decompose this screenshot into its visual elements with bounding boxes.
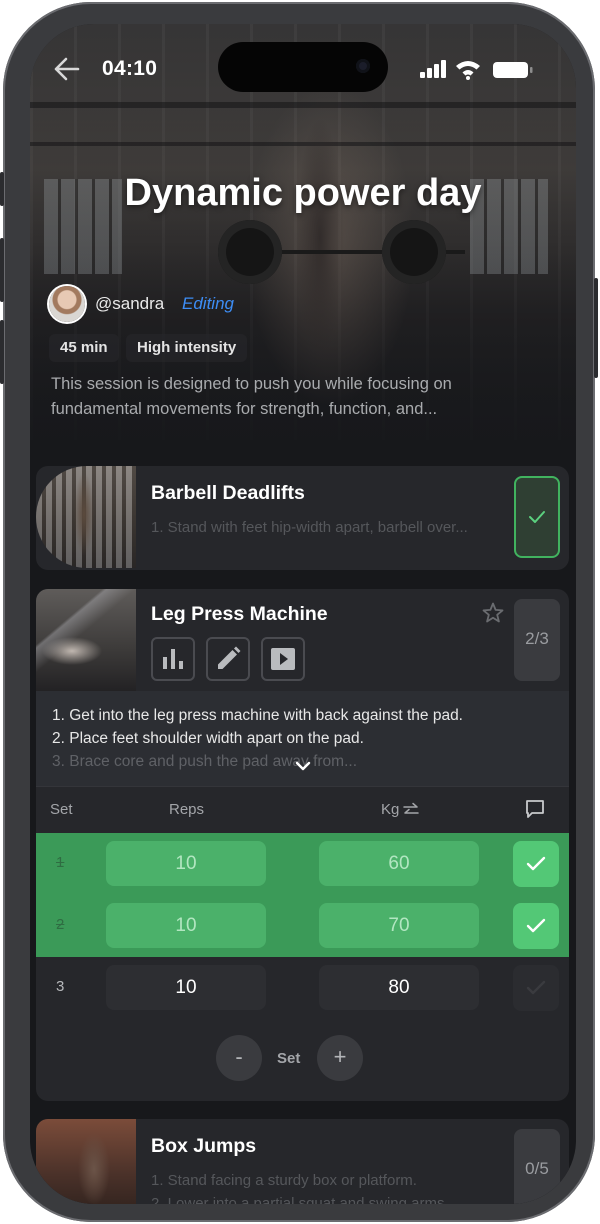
workout-hero: 04:10 Dynamic power day @sandra Editing … [30, 24, 576, 440]
avatar[interactable] [49, 286, 85, 322]
sets-progress[interactable]: 2/3 [514, 599, 560, 681]
barbell-plate [382, 220, 446, 284]
set-column-header: Set [50, 801, 73, 818]
edit-button[interactable] [206, 637, 250, 681]
set-number: 1 [56, 854, 65, 871]
reps-column-header: Reps [169, 801, 205, 818]
workout-description[interactable]: This session is designed to push you whi… [51, 372, 521, 422]
checkmark-icon [526, 980, 546, 995]
action-button [0, 172, 4, 206]
weight-input[interactable]: 60 [319, 841, 479, 886]
sets-progress-label: 0/5 [525, 1159, 549, 1178]
volume-up-button [0, 238, 4, 302]
instruction-step: 2. Place feet shoulder width apart on th… [52, 730, 364, 747]
exercise-preview: 1. Stand facing a sturdy box or platform… [151, 1172, 417, 1189]
set-row: 2 10 70 [36, 895, 569, 957]
checkmark-icon [529, 511, 545, 523]
kg-column-header[interactable]: Kg [381, 801, 399, 818]
stats-button[interactable] [151, 637, 195, 681]
add-set-button[interactable]: + [317, 1035, 363, 1081]
sets-progress-label: 2/3 [525, 629, 549, 648]
cellular-signal-icon [420, 60, 448, 83]
set-complete-button[interactable] [513, 903, 559, 949]
weight-input[interactable]: 70 [319, 903, 479, 948]
reps-input[interactable]: 10 [106, 841, 266, 886]
set-complete-button[interactable] [513, 965, 559, 1011]
set-number: 3 [56, 978, 65, 995]
dynamic-island [218, 42, 388, 92]
exercise-title: Box Jumps [151, 1135, 257, 1157]
power-button [594, 278, 598, 378]
volume-down-button [0, 320, 4, 384]
reps-input[interactable]: 10 [106, 965, 266, 1010]
battery-icon [492, 61, 534, 84]
checkmark-icon [526, 856, 546, 871]
star-outline-icon[interactable] [481, 601, 505, 630]
exercise-preview: 1. Stand with feet hip-width apart, barb… [151, 519, 468, 536]
set-number: 2 [56, 916, 65, 933]
play-video-icon [271, 648, 295, 670]
athlete-photo [285, 88, 355, 388]
instruction-step: 1. Get into the leg press machine with b… [52, 707, 463, 724]
pencil-icon [218, 646, 241, 669]
arrow-left-icon[interactable] [52, 56, 80, 87]
remove-set-button[interactable]: - [216, 1035, 262, 1081]
camera-icon [356, 59, 370, 73]
set-controls-label: Set [277, 1050, 301, 1067]
author-handle[interactable]: @sandra [95, 294, 164, 314]
exercise-card-barbell-deadlifts[interactable]: Barbell Deadlifts 1. Stand with feet hip… [36, 466, 569, 570]
bar-chart-icon [163, 649, 183, 669]
intensity-chip: High intensity [126, 334, 248, 362]
workout-title: Dynamic power day [124, 172, 482, 214]
phone-frame: 04:10 Dynamic power day @sandra Editing … [0, 2, 598, 1222]
reps-input[interactable]: 10 [106, 903, 266, 948]
swap-arrows-icon[interactable] [403, 801, 419, 819]
editing-label[interactable]: Editing [182, 294, 234, 314]
app-screen: 04:10 Dynamic power day @sandra Editing … [30, 24, 576, 1204]
wifi-icon [454, 58, 482, 85]
exercise-title: Barbell Deadlifts [151, 482, 305, 504]
checkmark-icon [526, 918, 546, 933]
barbell-plate [218, 220, 282, 284]
duration-chip: 45 min [49, 334, 119, 362]
exercise-instructions[interactable]: 1. Get into the leg press machine with b… [36, 691, 569, 786]
video-button[interactable] [261, 637, 305, 681]
set-row: 1 10 60 [36, 833, 569, 895]
weight-input[interactable]: 80 [319, 965, 479, 1010]
exercise-thumbnail [36, 1119, 136, 1204]
status-time: 04:10 [102, 57, 158, 80]
exercise-thumbnail [36, 466, 136, 568]
sets-table-header: Set Reps Kg [36, 786, 569, 832]
set-row: 3 10 80 [36, 957, 569, 1019]
set-complete-button[interactable] [513, 841, 559, 887]
exercise-preview: 2. Lower into a partial squat and swing … [151, 1195, 457, 1204]
exercise-title: Leg Press Machine [151, 603, 328, 625]
exercise-card-leg-press: Leg Press Machine 2/3 1. Get into the le… [36, 589, 569, 1101]
exercise-thumbnail [36, 589, 136, 691]
exercise-card-box-jumps[interactable]: Box Jumps 1. Stand facing a sturdy box o… [36, 1119, 569, 1204]
sets-progress[interactable]: 0/5 [514, 1129, 560, 1204]
comment-icon[interactable] [524, 798, 546, 820]
exercise-complete-toggle[interactable] [514, 476, 560, 558]
chevron-down-icon[interactable] [294, 759, 312, 773]
